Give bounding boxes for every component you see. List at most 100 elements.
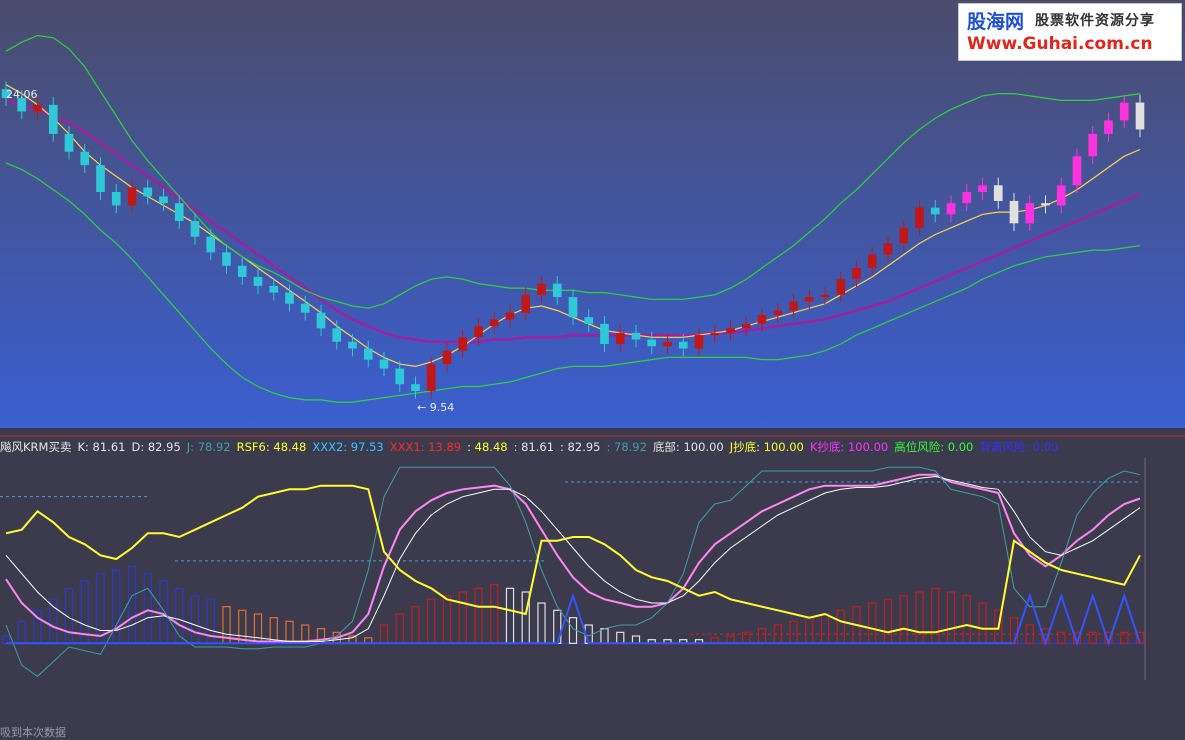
volume-bar bbox=[490, 584, 499, 644]
indicator-line bbox=[5, 466, 1141, 677]
candle-body bbox=[978, 185, 987, 192]
candle-body bbox=[552, 283, 562, 298]
volume-bar bbox=[600, 628, 609, 644]
candle-body bbox=[915, 207, 924, 228]
volume-bar bbox=[427, 598, 436, 644]
volume-bar bbox=[458, 591, 467, 644]
volume-bar bbox=[883, 598, 893, 644]
candle-body bbox=[300, 303, 310, 313]
candle-body bbox=[143, 187, 153, 197]
watermark-slogan: 股票软件资源分享 bbox=[1035, 13, 1155, 29]
volume-bar bbox=[411, 606, 420, 644]
candle-body bbox=[489, 319, 499, 327]
candle-body bbox=[867, 254, 877, 268]
candle-body bbox=[269, 285, 279, 293]
volume-bar bbox=[962, 595, 971, 644]
volume-bar bbox=[978, 602, 987, 644]
candle-body bbox=[363, 348, 373, 360]
candle-body bbox=[726, 328, 735, 333]
candle-body bbox=[127, 187, 137, 206]
volume-bar bbox=[726, 635, 735, 644]
candle-body bbox=[568, 297, 578, 318]
candle-body bbox=[206, 236, 216, 253]
footer-note: 吸到本次数据 bbox=[0, 726, 66, 739]
indicator-legend-item: K抄底: 100.00 bbox=[809, 440, 889, 454]
candle-body bbox=[316, 312, 326, 329]
candle-body bbox=[678, 341, 688, 349]
candle-body bbox=[96, 165, 105, 192]
candle-body bbox=[64, 133, 74, 152]
candle-body bbox=[993, 185, 1003, 201]
volume-bar bbox=[616, 631, 625, 644]
indicator-legend-item: 飚风KRM买卖 bbox=[0, 440, 72, 454]
indicator-legend-item: J: 78.92 bbox=[186, 440, 231, 454]
low-price-label: ← 9.54 bbox=[417, 401, 455, 414]
candle-body bbox=[899, 227, 909, 244]
volume-bar bbox=[805, 617, 814, 644]
candle-body bbox=[537, 283, 546, 295]
candle-body bbox=[600, 323, 609, 344]
volume-bar bbox=[915, 591, 924, 644]
high-price-label: 24.06 bbox=[6, 88, 38, 101]
candle-body bbox=[442, 350, 452, 365]
volume-bar bbox=[395, 613, 404, 644]
candle-body bbox=[1056, 185, 1066, 206]
candle-body bbox=[111, 192, 121, 206]
candle-body bbox=[1104, 120, 1113, 134]
volume-bar bbox=[159, 580, 168, 644]
volume-bar bbox=[285, 620, 294, 644]
volume-bar bbox=[931, 587, 940, 644]
indicator-legend-item: K: 81.61 bbox=[77, 440, 126, 454]
candle-body bbox=[190, 221, 200, 237]
candle-body bbox=[584, 317, 594, 324]
volume-bar bbox=[112, 569, 121, 644]
candle-body bbox=[694, 335, 704, 349]
volume-bar bbox=[1009, 617, 1019, 644]
candle-body bbox=[757, 314, 767, 324]
candle-body bbox=[159, 196, 168, 204]
volume-bar bbox=[820, 613, 830, 644]
volume-bar bbox=[537, 602, 546, 644]
candle-body bbox=[1119, 102, 1129, 121]
watermark-logo: 股海网 股票软件资源分享 Www.Guhai.com.cn bbox=[958, 3, 1182, 61]
candle-body bbox=[222, 252, 231, 266]
volume-bar bbox=[946, 591, 956, 644]
volume-bar bbox=[1, 635, 11, 644]
volume-bar bbox=[442, 595, 452, 644]
indicator-legend-item: : 78.92 bbox=[606, 440, 647, 454]
indicator-legend-item: : 81.61 bbox=[513, 440, 555, 454]
volume-bar bbox=[253, 613, 263, 644]
candle-body bbox=[505, 312, 515, 320]
candle-body bbox=[426, 364, 436, 391]
watermark-brand: 股海网 bbox=[967, 11, 1025, 33]
candle-body bbox=[285, 292, 294, 304]
volume-bar bbox=[348, 635, 357, 644]
indicator-legend-item: XXX2: 97.53 bbox=[312, 440, 384, 454]
candle-body bbox=[1088, 133, 1098, 157]
volume-bar bbox=[757, 628, 767, 644]
volume-bar bbox=[49, 598, 58, 644]
candle-body bbox=[237, 265, 247, 277]
candle-body bbox=[253, 276, 263, 286]
volume-bar bbox=[505, 587, 515, 644]
watermark-url: Www.Guhai.com.cn bbox=[967, 34, 1153, 54]
volume-bar bbox=[96, 573, 105, 644]
candle-body bbox=[1072, 156, 1082, 186]
candle-body bbox=[348, 341, 357, 349]
indicator-legend-item: 背离风险: 0.00 bbox=[979, 440, 1059, 454]
indicator-legend-item: RSF6: 48.48 bbox=[236, 440, 307, 454]
candle-body bbox=[80, 151, 90, 166]
candle-body bbox=[379, 359, 389, 369]
candle-body bbox=[820, 294, 830, 298]
volume-bar bbox=[127, 565, 137, 644]
volume-bar bbox=[631, 635, 641, 644]
high-price-value: 24.06 bbox=[6, 88, 38, 101]
candle-body bbox=[332, 328, 342, 342]
candle-body bbox=[1025, 203, 1035, 224]
candle-body bbox=[836, 279, 846, 295]
candle-body bbox=[33, 104, 42, 112]
candle-body bbox=[615, 332, 625, 344]
volume-bar bbox=[836, 609, 845, 644]
volume-bar bbox=[143, 573, 152, 644]
volume-bar bbox=[17, 620, 26, 644]
